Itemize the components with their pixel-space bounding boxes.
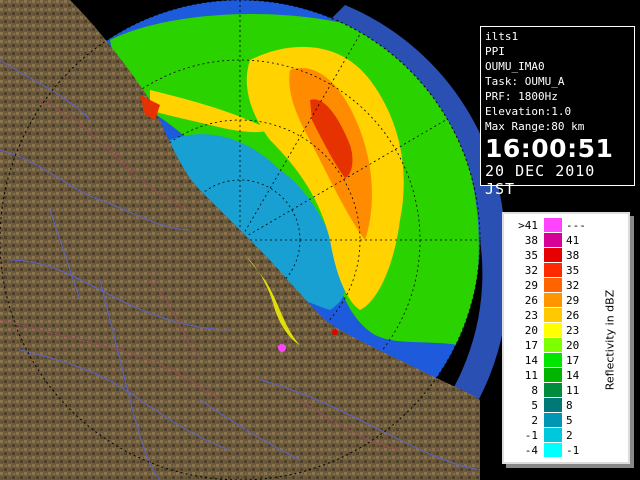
legend-swatch	[544, 428, 562, 442]
legend-row-low: 2	[531, 414, 538, 427]
legend-row-high: -1	[566, 444, 580, 457]
legend-swatch	[544, 218, 562, 232]
legend-row-low: -4	[524, 444, 538, 457]
legend-row-high: 2	[566, 429, 573, 442]
legend-swatch	[544, 308, 562, 322]
legend-row-low: 17	[524, 339, 538, 352]
legend-row-low: 32	[524, 264, 538, 277]
legend-row-low: 29	[524, 279, 538, 292]
legend-swatch	[544, 248, 562, 262]
legend-row-high: 35	[566, 264, 580, 277]
legend-row-low: -1	[524, 429, 538, 442]
scan-time: 16:00:51	[485, 134, 614, 163]
legend-row-low: 23	[524, 309, 538, 322]
legend-row-high: 32	[566, 279, 580, 292]
legend-swatch	[544, 338, 562, 352]
echo-land-magenta	[278, 344, 286, 352]
legend-swatch	[544, 413, 562, 427]
legend-row-high: 5	[566, 414, 573, 427]
max-range-label: Max Range:80 km	[485, 120, 585, 133]
legend-row-low: 38	[524, 234, 538, 247]
data-source: OUMU_IMA0	[485, 60, 545, 73]
legend-title-container: Reflectivity in dBZ	[600, 220, 620, 460]
legend-swatch	[544, 263, 562, 277]
legend-row-high: 41	[566, 234, 580, 247]
legend-swatch	[544, 293, 562, 307]
prf-label: PRF: 1800Hz	[485, 90, 558, 103]
legend-row-high: ---	[566, 219, 586, 232]
legend-swatch	[544, 368, 562, 382]
site-name: ilts1	[485, 30, 519, 43]
legend-row-low: 35	[524, 249, 538, 262]
legend-row-low: 11	[524, 369, 538, 382]
scan-date: 20 DEC 2010 JST	[485, 162, 596, 198]
legend-row-low: 5	[531, 399, 538, 412]
legend-row-high: 38	[566, 249, 580, 262]
legend-row-high: 20	[566, 339, 580, 352]
legend-row-low: >41	[518, 219, 538, 232]
legend-row-high: 11	[566, 384, 580, 397]
legend-swatch	[544, 233, 562, 247]
legend-row-low: 8	[531, 384, 538, 397]
info-panel: ilts1 PPI OUMU_IMA0 Task: OUMU_A PRF: 18…	[480, 26, 635, 198]
legend-row-high: 29	[566, 294, 580, 307]
legend-row-high: 8	[566, 399, 573, 412]
legend-row-high: 14	[566, 369, 580, 382]
legend-title: Reflectivity in dBZ	[603, 289, 617, 391]
legend-row-high: 17	[566, 354, 580, 367]
legend-swatch	[544, 443, 562, 457]
legend-swatch	[544, 323, 562, 337]
reflectivity-legend: >41 --- 38 41 35 38 32 35 29 32 26 29 23 26 20 23 17 20 14…	[502, 212, 630, 464]
legend-row-low: 20	[524, 324, 538, 337]
legend-row-low: 14	[524, 354, 538, 367]
legend-row-high: 23	[566, 324, 580, 337]
task-label: Task: OUMU_A	[485, 75, 565, 88]
legend-swatch	[544, 353, 562, 367]
product-type: PPI	[485, 45, 505, 58]
elevation-label: Elevation:1.0	[485, 105, 572, 118]
legend-swatch	[544, 383, 562, 397]
legend-swatch	[544, 278, 562, 292]
legend-swatch	[544, 398, 562, 412]
legend-row-low: 26	[524, 294, 538, 307]
echo-land-red	[332, 329, 338, 335]
legend-row-high: 26	[566, 309, 580, 322]
